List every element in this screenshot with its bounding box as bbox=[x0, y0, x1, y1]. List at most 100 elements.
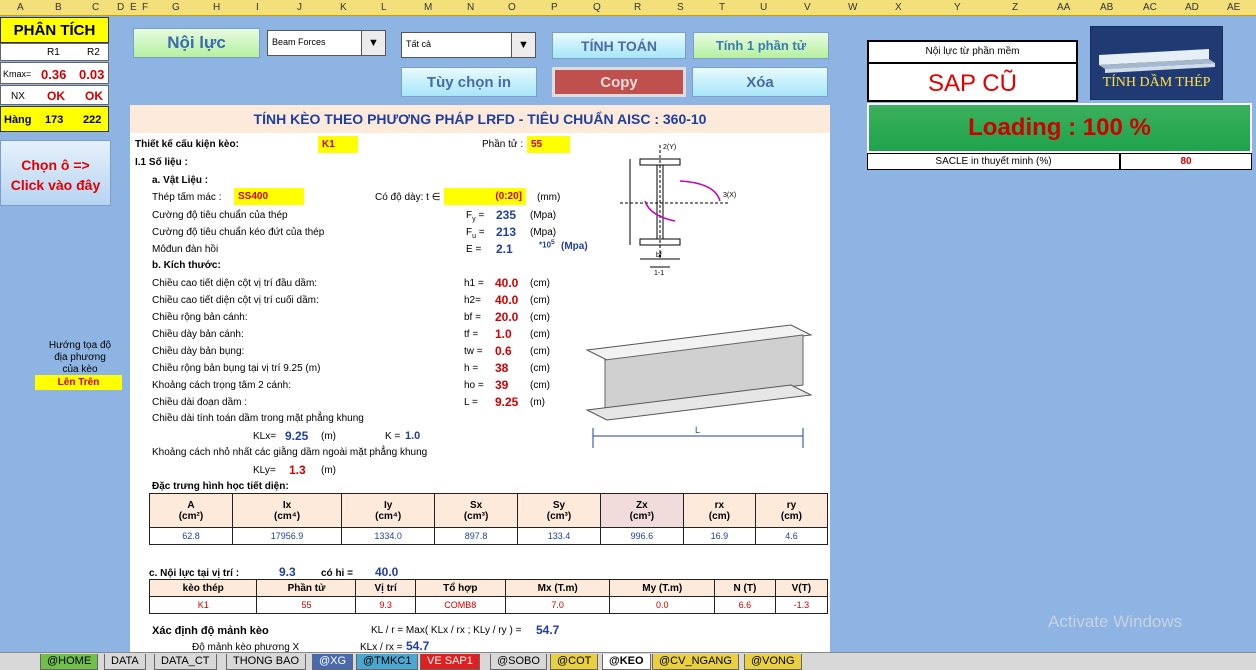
dimension-unit: (m) bbox=[530, 397, 545, 408]
geo-cell[interactable]: 62.8 bbox=[149, 527, 233, 545]
column-m[interactable]: M bbox=[424, 2, 432, 13]
force-cell[interactable]: K1 bbox=[148, 596, 258, 614]
chevron-down-icon[interactable]: ▼ bbox=[511, 33, 535, 57]
tinh-1-phan-tu-button[interactable]: Tính 1 phần tử bbox=[693, 32, 829, 59]
column-q[interactable]: Q bbox=[593, 2, 601, 13]
element-filter-dropdown[interactable]: Tất cả ▼ bbox=[401, 32, 536, 58]
geo-col-header: rx (cm) bbox=[682, 493, 756, 528]
geo-cell[interactable]: 897.8 bbox=[434, 527, 519, 545]
chevron-down-icon[interactable]: ▼ bbox=[361, 31, 385, 55]
force-cell[interactable]: 9.3 bbox=[355, 596, 416, 614]
sheet-tab-ve sap1[interactable]: VE SAP1 bbox=[420, 654, 480, 670]
column-b[interactable]: B bbox=[55, 2, 62, 13]
sheet-tab-xg[interactable]: @XG bbox=[312, 654, 354, 670]
sheet-tab-data-ct[interactable]: DATA_CT bbox=[154, 654, 217, 670]
co-hi-value[interactable]: 40.0 bbox=[375, 565, 398, 579]
sheet-tab-cv-ngang[interactable]: @CV_NGANG bbox=[652, 654, 739, 670]
column-r[interactable]: R bbox=[634, 2, 641, 13]
dimension-value[interactable]: 1.0 bbox=[495, 327, 512, 341]
sheet-tab-thong bao[interactable]: THONG BAO bbox=[226, 654, 307, 670]
kly-value[interactable]: 1.3 bbox=[289, 463, 306, 477]
column-g[interactable]: G bbox=[172, 2, 180, 13]
column-l[interactable]: L bbox=[381, 2, 387, 13]
column-h[interactable]: H bbox=[213, 2, 220, 13]
column-t[interactable]: T bbox=[719, 2, 725, 13]
column-w[interactable]: W bbox=[848, 2, 857, 13]
geo-cell[interactable]: 16.9 bbox=[682, 527, 756, 545]
geo-cell[interactable]: 1334.0 bbox=[341, 527, 436, 545]
column-d[interactable]: D bbox=[117, 2, 124, 13]
column-v[interactable]: V bbox=[804, 2, 811, 13]
scale-value[interactable]: 80 bbox=[1120, 153, 1252, 170]
sheet-tab-vong[interactable]: @VONG bbox=[744, 654, 802, 670]
column-ab[interactable]: AB bbox=[1100, 2, 1113, 13]
sheet-tab-data[interactable]: DATA bbox=[104, 654, 146, 670]
column-x[interactable]: X bbox=[895, 2, 902, 13]
dimension-value[interactable]: 40.0 bbox=[495, 293, 518, 307]
column-ad[interactable]: AD bbox=[1185, 2, 1199, 13]
klx-value[interactable]: 9.25 bbox=[285, 429, 308, 443]
sheet-tab-home[interactable]: @HOME bbox=[40, 654, 99, 670]
vi-tri-value[interactable]: 9.3 bbox=[279, 565, 296, 579]
column-c[interactable]: C bbox=[92, 2, 99, 13]
geo-cell[interactable]: 996.6 bbox=[599, 527, 684, 545]
material-value[interactable]: 213 bbox=[496, 225, 516, 239]
sheet-tab-keo[interactable]: @KEO bbox=[602, 654, 651, 670]
geo-cell[interactable]: 133.4 bbox=[517, 527, 601, 545]
k-value[interactable]: 1.0 bbox=[405, 430, 420, 442]
e-exp: *105 bbox=[539, 239, 555, 250]
copy-button[interactable]: Copy bbox=[552, 67, 686, 97]
force-type-dropdown[interactable]: Beam Forces ▼ bbox=[267, 30, 386, 56]
force-cell[interactable]: -1.3 bbox=[774, 596, 829, 614]
column-f[interactable]: F bbox=[142, 2, 148, 13]
thep-tam-value[interactable]: SS400 bbox=[234, 188, 304, 205]
force-cell[interactable]: 7.0 bbox=[504, 596, 611, 614]
dimension-value[interactable]: 0.6 bbox=[495, 344, 512, 358]
sheet-tab-tmkc1[interactable]: @TMKC1 bbox=[356, 654, 419, 670]
column-o[interactable]: O bbox=[508, 2, 516, 13]
geometry-table: A (cm²) Ix (cm⁴) Iy (cm⁴) Sx (cm³) Sy (cm³) Z… bbox=[149, 493, 829, 545]
geo-cell[interactable]: 17956.9 bbox=[231, 527, 343, 545]
tinh-toan-button[interactable]: TÍNH TOÁN bbox=[552, 32, 686, 59]
column-i[interactable]: I bbox=[256, 2, 259, 13]
dimension-value[interactable]: 40.0 bbox=[495, 276, 518, 290]
phan-tu-value[interactable]: 55 bbox=[527, 136, 570, 153]
do-day-value[interactable]: (0:20] bbox=[444, 188, 526, 205]
column-u[interactable]: U bbox=[760, 2, 767, 13]
column-aa[interactable]: AA bbox=[1057, 2, 1070, 13]
column-k[interactable]: K bbox=[340, 2, 347, 13]
material-value[interactable]: 2.1 bbox=[496, 242, 513, 256]
sheet-tab-cot[interactable]: @COT bbox=[550, 654, 599, 670]
column-e[interactable]: E bbox=[130, 2, 137, 13]
column-y[interactable]: Y bbox=[954, 2, 961, 13]
tuy-chon-in-button[interactable]: Tùy chọn in bbox=[401, 67, 537, 97]
thep-tam-label: Thép tấm mác : bbox=[152, 192, 222, 203]
sap-version[interactable]: SAP CŨ bbox=[867, 62, 1078, 102]
chieu-dai-tt-label: Chiều dài tính toán dầm trong mặt phẳng … bbox=[152, 413, 364, 424]
dimension-value[interactable]: 20.0 bbox=[495, 310, 518, 324]
column-ac[interactable]: AC bbox=[1143, 2, 1157, 13]
material-value[interactable]: 235 bbox=[496, 208, 516, 222]
geo-cell[interactable]: 4.6 bbox=[754, 527, 829, 545]
dimension-value[interactable]: 39 bbox=[495, 378, 508, 392]
force-cell[interactable]: COMB8 bbox=[414, 596, 506, 614]
choose-cell-button[interactable]: Chọn ô => Click vào đây bbox=[0, 140, 111, 206]
thiet-ke-value[interactable]: K1 bbox=[318, 136, 358, 153]
dimension-value[interactable]: 9.25 bbox=[495, 395, 518, 409]
column-p[interactable]: P bbox=[551, 2, 558, 13]
force-cell[interactable]: 6.6 bbox=[714, 596, 776, 614]
xoa-button[interactable]: Xóa bbox=[692, 67, 828, 97]
orientation-value[interactable]: Lên Trên bbox=[35, 375, 122, 390]
column-s[interactable]: S bbox=[677, 2, 684, 13]
column-a[interactable]: A bbox=[17, 2, 24, 13]
noi-luc-button[interactable]: Nội lực bbox=[133, 28, 260, 58]
kmax-label: Kmax= bbox=[3, 69, 32, 79]
column-z[interactable]: Z bbox=[1012, 2, 1018, 13]
force-cell[interactable]: 0.0 bbox=[609, 596, 716, 614]
sheet-tab-sobo[interactable]: @SOBO bbox=[490, 654, 547, 670]
column-ae[interactable]: AE bbox=[1227, 2, 1240, 13]
force-cell[interactable]: 55 bbox=[256, 596, 357, 614]
column-n[interactable]: N bbox=[467, 2, 474, 13]
column-j[interactable]: J bbox=[297, 2, 302, 13]
dimension-value[interactable]: 38 bbox=[495, 361, 508, 375]
